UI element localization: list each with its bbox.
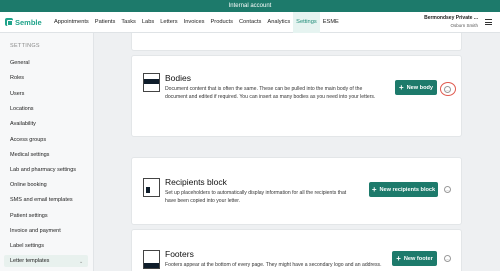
- nav-settings[interactable]: Settings: [293, 11, 320, 33]
- new-footer-button[interactable]: + New footer: [392, 251, 437, 266]
- more-options-icon[interactable]: …: [444, 255, 451, 262]
- sidebar-item-availability[interactable]: Availability: [10, 121, 36, 127]
- account-switcher[interactable]: Bermondsey Private ... Osborn Smith: [424, 15, 478, 29]
- bodies-description: Document content that is often the same.…: [165, 85, 375, 101]
- bodies-desc-line: Document content that is often the same.…: [165, 86, 363, 92]
- sidebar-item-lab-pharmacy[interactable]: Lab and pharmacy settings: [10, 167, 76, 173]
- nav-letters[interactable]: Letters: [157, 12, 180, 33]
- hamburger-menu-icon[interactable]: [485, 19, 492, 25]
- chevron-down-icon: ⌄: [79, 259, 84, 265]
- sidebar-item-medical-settings[interactable]: Medical settings: [10, 152, 49, 158]
- bodies-desc-line: document and edited if required. You can…: [165, 94, 376, 101]
- semble-logo-icon: [5, 18, 13, 26]
- sidebar-item-online-booking[interactable]: Online booking: [10, 182, 47, 188]
- new-recipients-block-label: New recipients block: [379, 186, 436, 193]
- new-body-label: New body: [406, 84, 434, 91]
- sidebar-item-sms-email[interactable]: SMS and email templates: [10, 197, 73, 203]
- plus-icon: +: [371, 184, 377, 194]
- sidebar-item-patient-settings[interactable]: Patient settings: [10, 213, 48, 219]
- recipients-thumbnail: [143, 178, 160, 197]
- top-navigation-bar: Semble Appointments Patients Tasks Labs …: [0, 11, 500, 33]
- nav-contacts[interactable]: Contacts: [236, 12, 264, 33]
- footers-desc-line: Footers appear at the bottom of every pa…: [165, 262, 382, 268]
- sidebar-item-letter-templates[interactable]: Letter templates: [10, 258, 49, 264]
- bodies-title: Bodies: [165, 73, 191, 83]
- main-nav: Appointments Patients Tasks Labs Letters…: [51, 11, 342, 33]
- plus-icon: +: [396, 253, 401, 263]
- sidebar-item-roles[interactable]: Roles: [10, 75, 24, 81]
- bodies-thumbnail: [143, 73, 160, 92]
- nav-tasks[interactable]: Tasks: [118, 12, 139, 33]
- footers-card: Footers Footers appear at the bottom of …: [131, 229, 462, 271]
- sidebar-item-locations[interactable]: Locations: [10, 106, 34, 112]
- internal-account-banner: Internal account: [0, 0, 500, 12]
- footers-title: Footers: [165, 249, 194, 259]
- sidebar-heading: SETTINGS: [10, 43, 40, 49]
- recipients-title: Recipients block: [165, 177, 227, 187]
- previous-card: [131, 33, 462, 51]
- recipients-description: Set up placeholders to automatically dis…: [165, 189, 346, 205]
- plus-icon: +: [398, 82, 404, 92]
- bodies-card: Bodies Document content that is often th…: [131, 55, 462, 137]
- more-options-icon[interactable]: …: [444, 186, 451, 193]
- footers-description: Footers appear at the bottom of every pa…: [165, 261, 382, 269]
- account-user-name: Osborn Smith: [450, 23, 478, 28]
- settings-sidebar: SETTINGS General Roles Users Locations A…: [0, 33, 94, 271]
- main-content: Bodies Document content that is often th…: [94, 33, 500, 271]
- nav-labs[interactable]: Labs: [139, 12, 157, 33]
- sidebar-item-invoice-payment[interactable]: Invoice and payment: [10, 228, 61, 234]
- sidebar-item-general[interactable]: General: [10, 60, 30, 66]
- brand-name: Semble: [15, 17, 42, 27]
- recipients-desc-line: Set up placeholders to automatically dis…: [165, 190, 347, 196]
- semble-logo[interactable]: Semble: [5, 18, 51, 27]
- new-recipients-block-button[interactable]: + New recipients block: [369, 182, 438, 197]
- nav-esme[interactable]: ESME: [320, 12, 342, 33]
- account-org-name: Bermondsey Private ...: [424, 15, 478, 21]
- nav-appointments[interactable]: Appointments: [51, 12, 92, 33]
- nav-analytics[interactable]: Analytics: [264, 12, 293, 33]
- footers-thumbnail: [143, 250, 160, 269]
- new-body-button[interactable]: + New body: [395, 80, 437, 95]
- nav-invoices[interactable]: Invoices: [181, 12, 208, 33]
- sidebar-item-access-groups[interactable]: Access groups: [10, 137, 46, 143]
- more-options-icon[interactable]: …: [444, 86, 451, 93]
- recipients-block-card: Recipients block Set up placeholders to …: [131, 157, 462, 225]
- nav-products[interactable]: Products: [208, 12, 236, 33]
- sidebar-item-users[interactable]: Users: [10, 91, 24, 97]
- sidebar-item-label-settings[interactable]: Label settings: [10, 243, 44, 249]
- nav-patients[interactable]: Patients: [92, 12, 119, 33]
- recipients-desc-line: have been copied into your letter.: [165, 198, 241, 205]
- new-footer-label: New footer: [403, 255, 433, 262]
